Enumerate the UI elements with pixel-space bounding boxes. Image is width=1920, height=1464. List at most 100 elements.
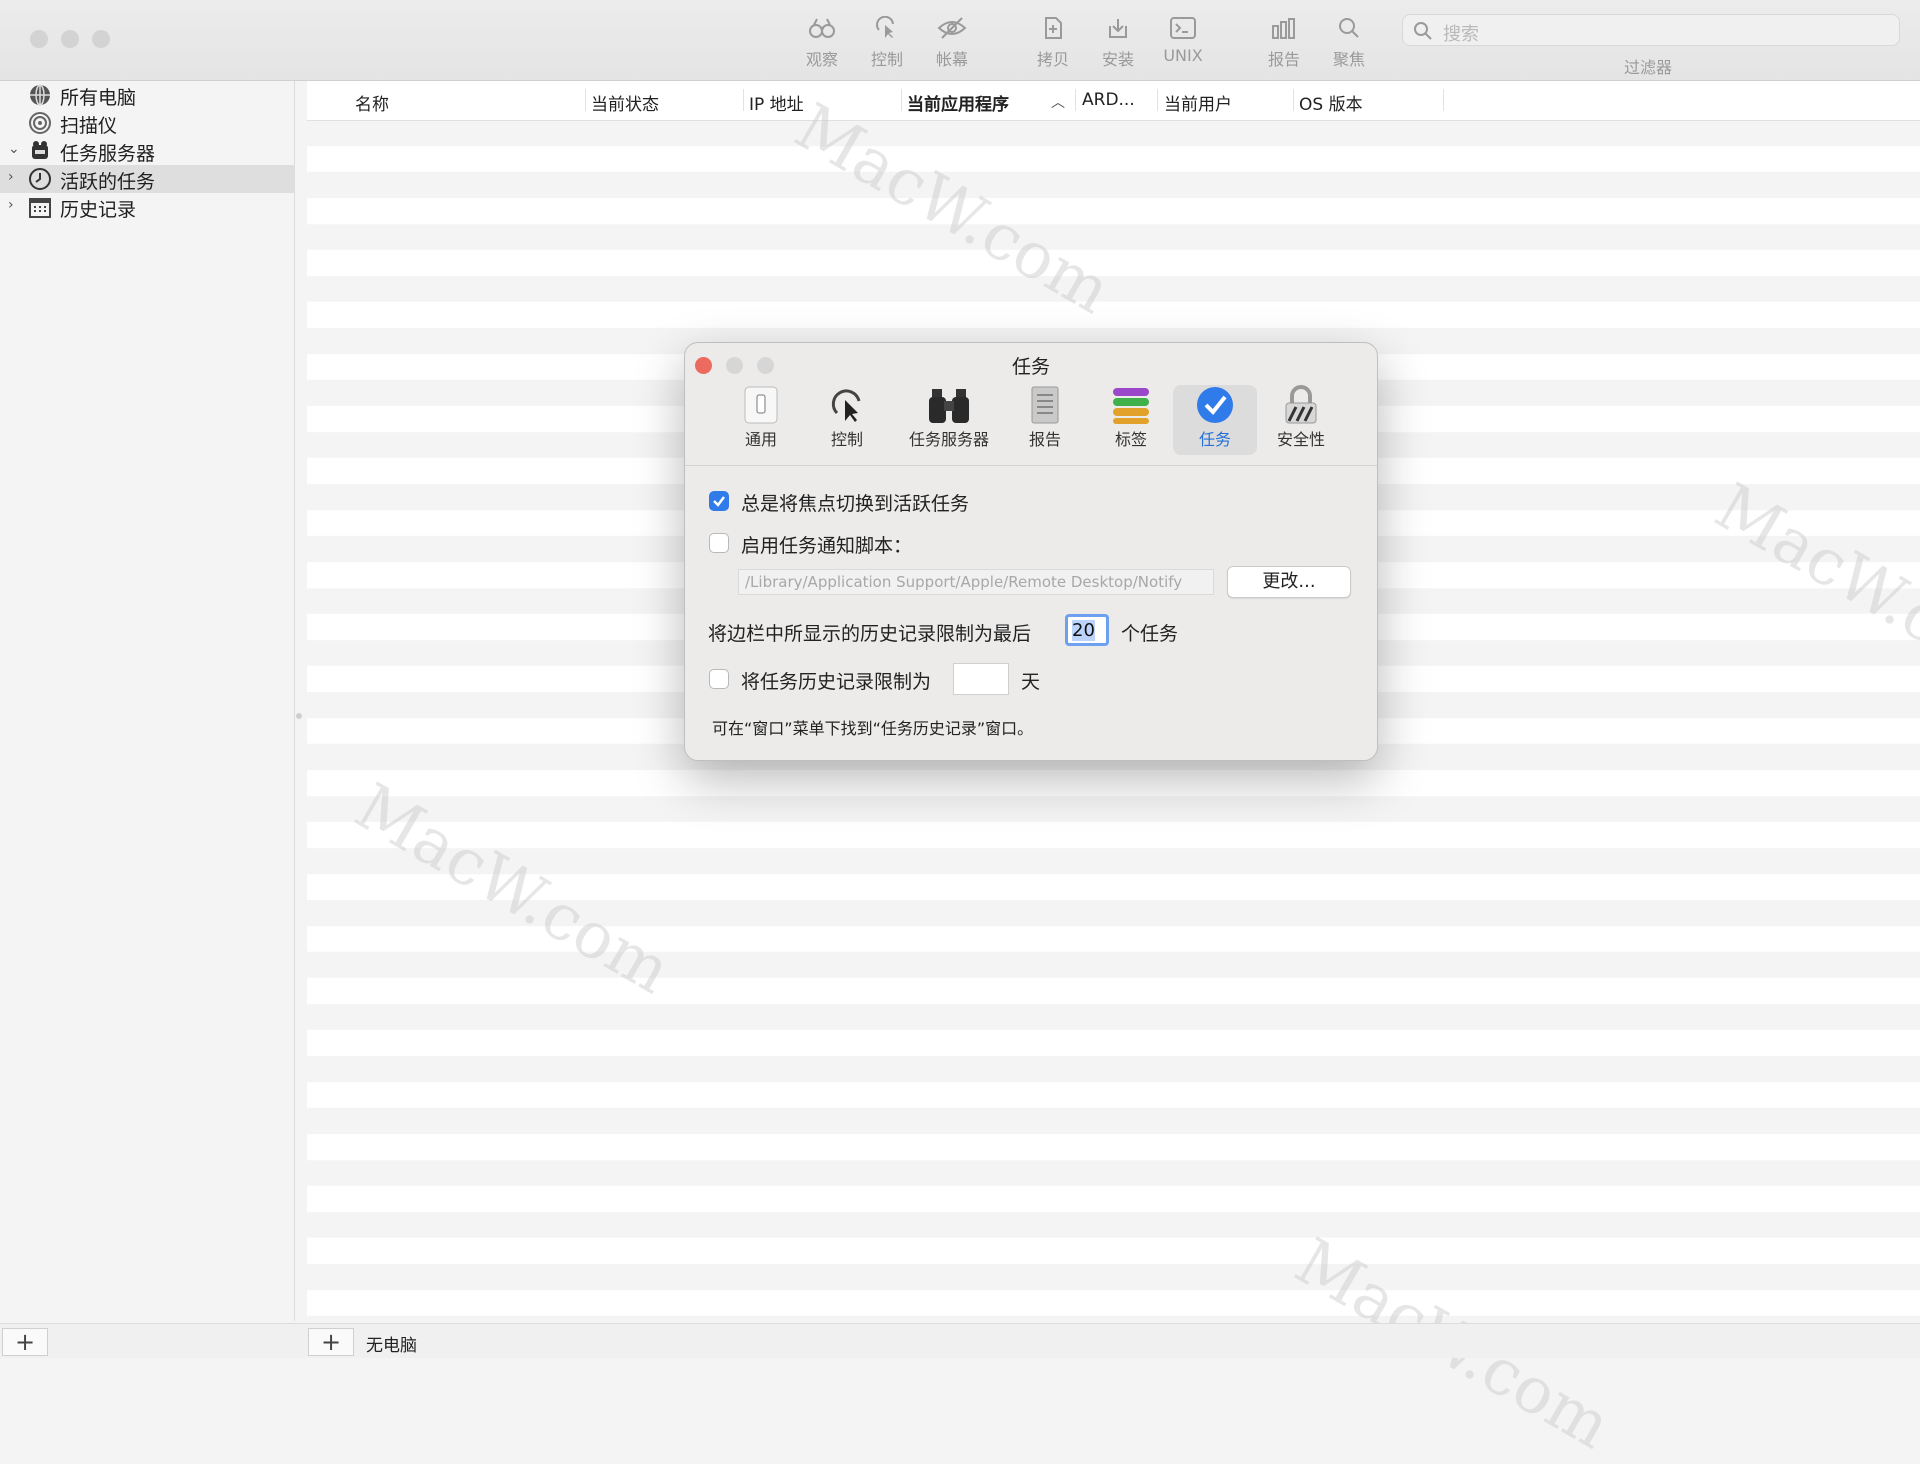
history-count-value: 20 [1072, 620, 1095, 641]
toolbar: 观察 控制 帐幕 拷贝 安装 UNIX 报告 聚焦 搜索 过滤器 [0, 0, 1920, 81]
toolbar-spotlight-button[interactable]: 聚焦 [1317, 16, 1381, 70]
chevron-right-icon[interactable]: › [8, 197, 14, 213]
tab-label: 安全性 [1276, 430, 1325, 449]
sidebar-item-label: 任务服务器 [60, 143, 156, 165]
chevron-down-icon[interactable]: ⌄ [8, 141, 20, 157]
focus-active-task-checkbox[interactable] [709, 491, 729, 511]
tab-label: 任务 [1198, 430, 1231, 449]
sidebar-item-scanner[interactable]: 扫描仪 [0, 109, 294, 137]
history-limit-suffix: 个任务 [1121, 623, 1179, 645]
history-count-input[interactable]: 20 [1065, 614, 1109, 646]
add-computer-button[interactable]: + [308, 1328, 354, 1356]
sidebar-item-active-tasks[interactable]: › 活跃的任务 [0, 165, 294, 193]
sidebar-item-task-server[interactable]: ⌄ 任务服务器 [0, 137, 294, 165]
column-header-os-version[interactable]: OS 版本 [1299, 90, 1363, 115]
binoculars-icon [929, 389, 969, 423]
toolbar-label: 拷贝 [1036, 50, 1069, 69]
toolbar-copy-button[interactable]: 拷贝 [1021, 16, 1085, 70]
tab-report[interactable]: 报告 [1015, 385, 1075, 455]
globe-icon [30, 84, 50, 106]
column-separator[interactable] [585, 89, 586, 111]
computer-count-label: 无电脑 [366, 1336, 417, 1356]
chevron-right-icon[interactable]: › [8, 169, 14, 185]
checkmark-icon [713, 496, 725, 507]
report-document-icon [1031, 386, 1059, 424]
terminal-icon [1170, 17, 1196, 39]
toolbar-curtain-button[interactable]: 帐幕 [920, 16, 984, 70]
tab-label: 任务服务器 [908, 430, 989, 449]
install-icon [1109, 19, 1127, 38]
column-separator[interactable] [1293, 89, 1294, 111]
window-zoom-button[interactable] [92, 30, 110, 48]
sidebar-item-label: 扫描仪 [60, 115, 118, 137]
history-days-input[interactable] [953, 663, 1009, 695]
column-header-current-user[interactable]: 当前用户 [1164, 90, 1232, 115]
sidebar-item-all-computers[interactable]: 所有电脑 [0, 81, 294, 109]
toolbar-report-button[interactable]: 报告 [1252, 16, 1316, 70]
column-separator[interactable] [1157, 89, 1158, 111]
report-chart-icon [1272, 18, 1295, 39]
hint-text: 可在“窗口”菜单下找到“任务历史记录”窗口。 [712, 719, 1034, 738]
tab-control[interactable]: 控制 [817, 385, 877, 455]
toolbar-observe-button[interactable]: 观察 [790, 16, 854, 70]
limit-history-days-checkbox[interactable] [709, 669, 729, 689]
lock-icon [1285, 385, 1317, 424]
toolbar-label: 安装 [1101, 50, 1134, 69]
calendar-icon [29, 198, 51, 218]
search-input[interactable]: 搜索 [1402, 14, 1900, 46]
toolbar-control-button[interactable]: 控制 [855, 16, 919, 70]
sidebar-item-label: 所有电脑 [60, 87, 137, 109]
add-group-button[interactable]: + [2, 1328, 48, 1356]
sidebar-item-history[interactable]: › 历史记录 [0, 193, 294, 221]
column-header-name[interactable]: 名称 [355, 90, 389, 115]
change-script-button[interactable]: 更改... [1227, 566, 1351, 598]
column-separator[interactable] [743, 89, 744, 111]
tab-task-server[interactable]: 任务服务器 [899, 385, 999, 455]
task-server-icon [32, 141, 48, 159]
split-view-handle[interactable] [296, 713, 302, 719]
limit-history-days-label: 将任务历史记录限制为 [741, 671, 932, 693]
column-header-current-app[interactable]: 当前应用程序 [907, 90, 1009, 115]
column-header-ard[interactable]: ARD... [1082, 90, 1135, 110]
toolbar-label: 报告 [1267, 50, 1300, 69]
dialog-divider [685, 465, 1377, 466]
tab-security[interactable]: 安全性 [1271, 385, 1331, 455]
toolbar-install-button[interactable]: 安装 [1086, 16, 1150, 70]
column-header-status[interactable]: 当前状态 [591, 90, 659, 115]
toolbar-label: 聚焦 [1332, 50, 1365, 69]
enable-script-label: 启用任务通知脚本： [741, 535, 913, 557]
sidebar-item-label: 历史记录 [60, 199, 137, 221]
focus-active-task-label: 总是将焦点切换到活跃任务 [741, 493, 970, 515]
tab-general[interactable]: 通用 [731, 385, 791, 455]
script-path-field: /Library/Application Support/Apple/Remot… [738, 569, 1214, 595]
search-placeholder: 搜索 [1443, 24, 1479, 45]
column-header-ip[interactable]: IP 地址 [749, 90, 804, 115]
column-separator[interactable] [901, 89, 902, 111]
tab-label: 报告 [1028, 430, 1061, 449]
sort-ascending-icon: ︿ [1051, 95, 1065, 111]
tags-stack-icon [1113, 388, 1149, 424]
sidebar: 所有电脑 扫描仪 ⌄ 任务服务器 › 活跃的任务 › 历史记录 [0, 81, 295, 1321]
radar-icon [29, 112, 51, 134]
toolbar-unix-button[interactable]: UNIX [1151, 16, 1215, 65]
window-close-button[interactable] [30, 30, 48, 48]
column-separator[interactable] [1075, 89, 1076, 111]
tab-tasks[interactable]: 任务 [1173, 385, 1257, 455]
toolbar-label: 控制 [870, 50, 903, 69]
sidebar-item-label: 活跃的任务 [60, 171, 156, 193]
control-cursor-icon [831, 389, 861, 422]
bottom-bar: + + 无电脑 [0, 1323, 1920, 1358]
table-header: 名称 当前状态 IP 地址 当前应用程序 ︿ ARD... 当前用户 OS 版本 [307, 81, 1920, 121]
tab-labels[interactable]: 标签 [1101, 385, 1161, 455]
tab-label: 控制 [830, 430, 863, 449]
column-separator[interactable] [1443, 89, 1444, 111]
toolbar-label: UNIX [1163, 46, 1203, 65]
toolbar-label: 帐幕 [935, 50, 968, 69]
checkmark-circle-icon [1197, 387, 1233, 423]
eye-slash-icon [937, 17, 967, 39]
clock-icon [29, 168, 51, 190]
enable-script-checkbox[interactable] [709, 533, 729, 553]
window-minimize-button[interactable] [61, 30, 79, 48]
switch-icon [744, 386, 778, 424]
tab-label: 标签 [1114, 430, 1147, 449]
